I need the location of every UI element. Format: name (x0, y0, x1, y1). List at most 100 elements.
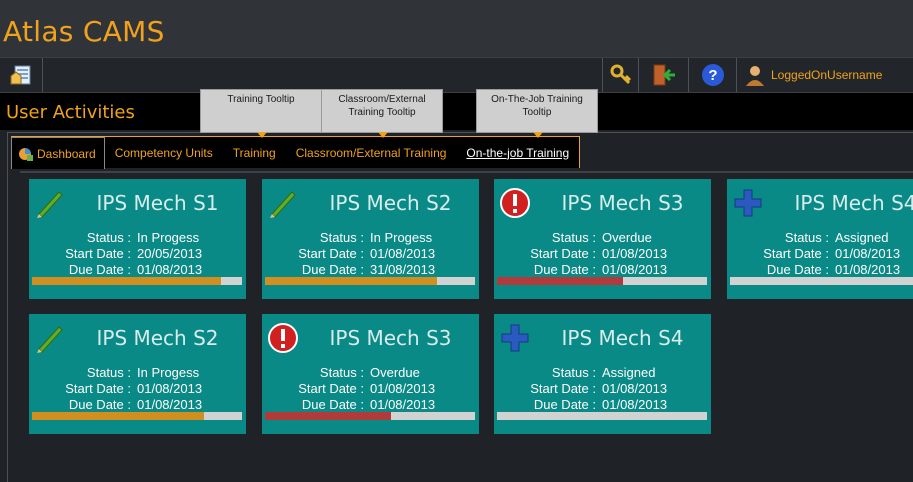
user-menu[interactable]: LoggedOnUsername (736, 58, 913, 92)
due-date-value: 01/08/2013 (370, 397, 436, 412)
tab-dashboard-label: Dashboard (37, 146, 96, 161)
toolbar-spacer (42, 58, 603, 92)
status-value: Overdue (602, 230, 652, 245)
help-icon: ? (702, 64, 724, 86)
card-title: IPS Mech S3 (561, 191, 684, 215)
progress-fill (32, 412, 205, 420)
tab-on-the-job-training[interactable]: On-the-job Training (456, 137, 580, 168)
start-date-value: 01/08/2013 (602, 246, 668, 261)
tab-training[interactable]: Training (222, 137, 286, 168)
ojt-tooltip-text: On-The-Job Training Tooltip (491, 94, 583, 118)
content-divider (20, 171, 913, 173)
progress-bar (32, 277, 242, 285)
activity-card[interactable]: IPS Mech S3 Status : Overdue Start Date : 01… (262, 314, 479, 434)
status-value: Assigned (835, 230, 889, 245)
home-button[interactable] (0, 58, 42, 92)
card-title: IPS Mech S1 (96, 191, 219, 215)
due-date-value: 01/08/2013 (137, 262, 203, 277)
status-label: Status : (319, 365, 364, 380)
app-header: Atlas CAMS (0, 0, 913, 57)
keys-icon (610, 64, 632, 85)
start-date-label: Start Date : (530, 381, 596, 396)
activity-card[interactable]: IPS Mech S4 Status : Assigned Start Date : 0… (727, 179, 913, 299)
due-date-label: Due Date : (68, 397, 131, 412)
status-value: Assigned (602, 365, 656, 380)
user-avatar-icon (746, 66, 764, 86)
card-title: IPS Mech S3 (329, 326, 452, 350)
tab-competency-units-label: Competency Units (114, 145, 213, 160)
progress-bar (497, 412, 707, 420)
tab-competency-units[interactable]: Competency Units (104, 137, 223, 168)
start-date-label: Start Date : (530, 246, 596, 261)
activity-card[interactable]: IPS Mech S4 Status : Assigned Start Date : 0… (494, 314, 711, 434)
tooltip-pointer (257, 132, 267, 138)
ojt-tooltip: On-The-Job Training Tooltip (476, 89, 598, 138)
due-date-label: Due Date : (68, 262, 131, 277)
progress-fill (32, 277, 221, 285)
start-date-value: 20/05/2013 (137, 246, 203, 261)
status-value: In Progess (137, 230, 200, 245)
tab-bar: Dashboard Competency Units Training Clas… (11, 136, 581, 169)
status-label: Status : (551, 365, 596, 380)
activity-card[interactable]: IPS Mech S3 Status : Overdue Start Date : 01… (494, 179, 711, 299)
start-date-label: Start Date : (65, 246, 131, 261)
start-date-label: Start Date : (298, 381, 364, 396)
progress-bar (497, 277, 707, 285)
status-label: Status : (86, 230, 131, 245)
status-label: Status : (319, 230, 364, 245)
activity-card[interactable]: IPS Mech S2 Status : In Progess Start Date … (262, 179, 479, 299)
activity-card[interactable]: IPS Mech S1 Status : In Progess Start Date … (29, 179, 246, 299)
tab-classroom-label: Classroom/External Training (295, 145, 447, 160)
section-title: User Activities (6, 102, 135, 123)
card-title: IPS Mech S4 (561, 326, 684, 350)
classroom-tooltip: Classroom/External Training Tooltip (321, 89, 443, 138)
tab-classroom-external-training[interactable]: Classroom/External Training (285, 137, 457, 168)
start-date-value: 01/08/2013 (137, 381, 203, 396)
keys-button[interactable] (602, 58, 639, 92)
training-tooltip: Training Tooltip (200, 89, 322, 138)
start-date-value: 01/08/2013 (602, 381, 668, 396)
due-date-value: 01/08/2013 (137, 397, 203, 412)
status-value: In Progess (370, 230, 433, 245)
dashboard-icon (19, 147, 33, 161)
app-title: Atlas CAMS (3, 15, 165, 48)
start-date-label: Start Date : (763, 246, 829, 261)
due-date-label: Due Date : (301, 397, 364, 412)
username-label: LoggedOnUsername (771, 68, 883, 82)
due-date-label: Due Date : (533, 262, 596, 277)
tab-training-label: Training (232, 145, 276, 160)
due-date-value: 01/08/2013 (602, 262, 668, 277)
tab-ojt-label: On-the-job Training (466, 145, 570, 160)
exit-door-icon (653, 64, 675, 86)
toolbar: ? LoggedOnUsername (0, 57, 913, 93)
start-date-value: 01/08/2013 (370, 381, 436, 396)
tooltip-pointer (533, 132, 543, 138)
training-tooltip-text: Training Tooltip (227, 94, 295, 105)
status-label: Status : (784, 230, 829, 245)
logout-button[interactable] (638, 58, 689, 92)
card-title: IPS Mech S4 (794, 191, 913, 215)
progress-bar (32, 412, 242, 420)
progress-bar (730, 277, 913, 285)
section-header (0, 93, 913, 130)
start-date-label: Start Date : (298, 246, 364, 261)
help-button[interactable]: ? (688, 58, 737, 92)
classroom-tooltip-text: Classroom/External Training Tooltip (338, 94, 426, 118)
progress-bar (265, 412, 475, 420)
start-date-value: 01/08/2013 (835, 246, 901, 261)
due-date-label: Due Date : (766, 262, 829, 277)
home-document-icon (10, 65, 31, 85)
status-label: Status : (86, 365, 131, 380)
start-date-label: Start Date : (65, 381, 131, 396)
card-title: IPS Mech S2 (329, 191, 452, 215)
activity-card[interactable]: IPS Mech S2 Status : In Progess Start Date … (29, 314, 246, 434)
due-date-value: 01/08/2013 (602, 397, 668, 412)
due-date-value: 01/08/2013 (835, 262, 901, 277)
due-date-value: 31/08/2013 (370, 262, 436, 277)
due-date-label: Due Date : (533, 397, 596, 412)
tab-dashboard[interactable]: Dashboard (11, 137, 105, 169)
start-date-value: 01/08/2013 (370, 246, 436, 261)
card-title: IPS Mech S2 (96, 326, 219, 350)
svg-text:?: ? (708, 67, 717, 84)
progress-fill (265, 412, 391, 420)
